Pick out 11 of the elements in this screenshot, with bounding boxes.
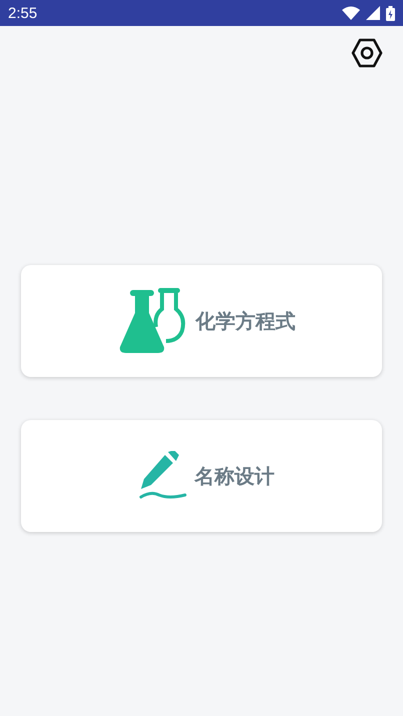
card-label: 名称设计 (194, 462, 274, 490)
menu-card[interactable]: 名称设计 (21, 420, 382, 532)
pen-icon (138, 451, 186, 501)
settings-icon[interactable] (351, 38, 383, 68)
battery-icon (386, 6, 395, 20)
wifi-icon (342, 6, 360, 20)
flask-icon (118, 287, 188, 355)
card-label: 化学方程式 (196, 308, 296, 334)
menu-card[interactable]: 化学方程式 (21, 265, 382, 377)
status-time: 2:55 (8, 4, 38, 22)
signal-icon (366, 6, 380, 20)
